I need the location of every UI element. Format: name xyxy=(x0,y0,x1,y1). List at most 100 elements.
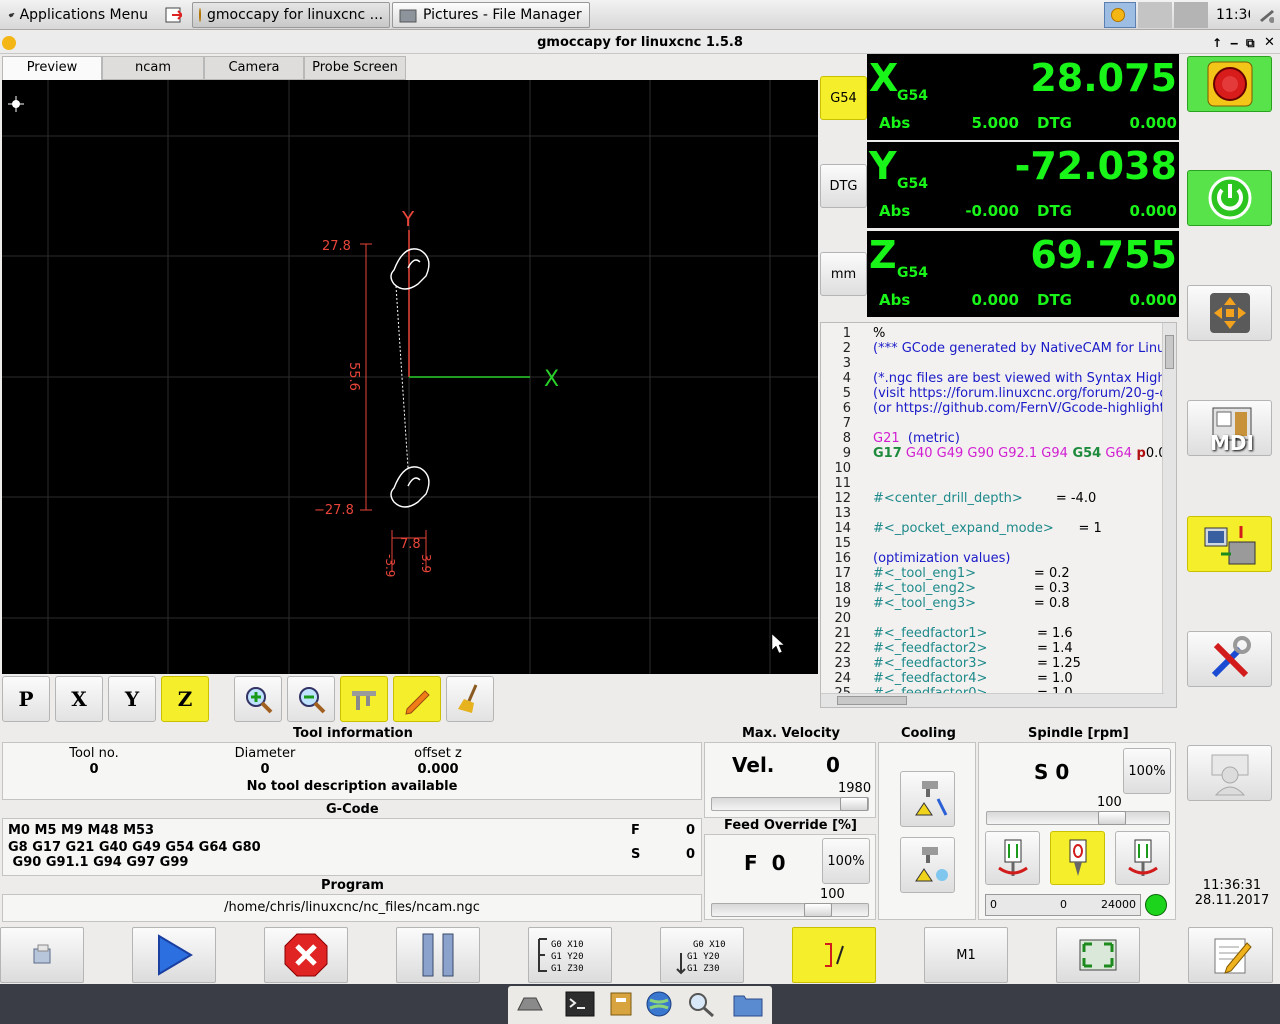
stop-program-button[interactable] xyxy=(264,927,348,983)
dock-folder-icon[interactable] xyxy=(732,990,764,1018)
gcode-hscroll-thumb[interactable] xyxy=(837,696,907,705)
dro-x-dtg-label: DTG xyxy=(1037,114,1072,132)
dro-y[interactable]: Y G54 -72.038 Abs -0.000 DTG 0.000 xyxy=(867,142,1179,228)
dock-search-icon[interactable] xyxy=(686,990,716,1018)
tab-ncam[interactable]: ncam xyxy=(102,56,204,80)
gcode-line[interactable]: 16 (optimization values) xyxy=(821,551,1010,566)
show-toolpath-button[interactable] xyxy=(393,676,441,722)
taskbar-window-gmoccapy[interactable]: gmoccapy for linuxcnc ... xyxy=(192,2,390,28)
gcode-vscrollbar[interactable] xyxy=(1162,323,1176,707)
max-velocity-slider[interactable] xyxy=(711,797,869,811)
applications-menu[interactable]: Applications Menu xyxy=(2,2,154,28)
run-program-button[interactable] xyxy=(132,927,216,983)
show-desktop-button[interactable] xyxy=(158,2,188,28)
view-perspective-button[interactable]: P xyxy=(2,676,50,722)
show-dimensions-button[interactable] xyxy=(340,676,388,722)
gcode-line[interactable]: 9 G17 G40 G49 G90 G92.1 G94 G54 G64 p0.00 xyxy=(821,446,1175,461)
units-toggle-button[interactable]: mm xyxy=(820,252,867,296)
mist-coolant-button[interactable] xyxy=(900,837,955,893)
gcode-line[interactable]: 24 #<_feedfactor4> = 1.0 xyxy=(821,671,1072,686)
gcode-line[interactable]: 19 #<_tool_eng3> = 0.8 xyxy=(821,596,1069,611)
spindle-override-slider[interactable] xyxy=(986,811,1170,825)
dock-show-desktop-icon[interactable] xyxy=(514,992,546,1018)
gcode-line[interactable]: 5 (visit https://forum.linuxcnc.org/forum… xyxy=(821,386,1167,401)
gcode-line[interactable]: 4 (*.ngc files are best viewed with Synta… xyxy=(821,371,1166,386)
optional-stop-button[interactable]: M1 xyxy=(924,927,1008,983)
gcode-line[interactable]: 12 #<center_drill_depth> = -4.0 xyxy=(821,491,1096,506)
tab-camera[interactable]: Camera xyxy=(204,56,304,80)
gcode-line[interactable]: 17 #<_tool_eng1> = 0.2 xyxy=(821,566,1069,581)
fullscreen-button[interactable] xyxy=(1056,927,1140,983)
gcode-line[interactable]: 14 #<_pocket_expand_mode> = 1 xyxy=(821,521,1101,536)
feed-override-slider[interactable] xyxy=(711,903,869,917)
flood-coolant-button[interactable] xyxy=(900,771,955,827)
close-icon[interactable]: ✕ xyxy=(1264,32,1275,54)
gcode-line[interactable]: 23 #<_feedfactor3> = 1.25 xyxy=(821,656,1080,671)
gcode-preview-canvas[interactable]: Y X 27.8 −27.8 55.6 7.8 -3.9 3.9 xyxy=(2,80,818,674)
optional-skip-button[interactable] xyxy=(792,927,876,983)
gcode-vscroll-thumb[interactable] xyxy=(1165,335,1174,369)
tab-probe-screen[interactable]: Probe Screen xyxy=(304,56,406,80)
gcode-hscrollbar[interactable] xyxy=(821,693,1164,707)
view-z-button[interactable]: Z xyxy=(161,676,209,722)
gcode-line[interactable]: 20 xyxy=(821,611,873,626)
settings-button[interactable] xyxy=(1187,631,1272,687)
gcode-line[interactable]: 18 #<_tool_eng2> = 0.3 xyxy=(821,581,1069,596)
zoom-in-button[interactable] xyxy=(234,676,282,722)
spindle-stop-button[interactable] xyxy=(1050,831,1105,885)
manual-mode-button[interactable] xyxy=(1187,285,1272,341)
dro-z[interactable]: Z G54 69.755 Abs 0.000 DTG 0.000 xyxy=(867,231,1179,317)
gcode-line[interactable]: 6 (or https://github.com/FernV/Gcode-high… xyxy=(821,401,1170,416)
minimize-icon[interactable]: ‒ xyxy=(1230,32,1238,54)
auto-mode-button[interactable] xyxy=(1187,516,1272,572)
user-tabs-button[interactable] xyxy=(1187,745,1272,801)
dock-file-manager-icon[interactable] xyxy=(608,990,634,1018)
spindle-override-reset-button[interactable]: 100% xyxy=(1123,748,1171,794)
dro-x[interactable]: X G54 28.075 Abs 5.000 DTG 0.000 xyxy=(867,54,1179,140)
zoom-out-button[interactable] xyxy=(287,676,335,722)
gcode-line[interactable]: 3 xyxy=(821,356,873,371)
mdi-mode-button[interactable]: MDI xyxy=(1187,400,1272,456)
gcode-line[interactable]: 1% xyxy=(821,326,886,341)
coordinate-system-button[interactable]: G54 xyxy=(820,76,867,120)
view-y-button[interactable]: Y xyxy=(108,676,156,722)
gcode-line[interactable]: 10 xyxy=(821,461,873,476)
edit-program-button[interactable] xyxy=(1188,927,1273,983)
spindle-ccw-button[interactable] xyxy=(985,831,1040,885)
feed-override-reset-button[interactable]: 100% xyxy=(822,838,870,884)
gcode-line[interactable]: 21 #<_feedfactor1> = 1.6 xyxy=(821,626,1072,641)
dock-browser-icon[interactable] xyxy=(644,990,674,1018)
maximize-icon[interactable]: ⧉ xyxy=(1246,32,1255,54)
workspace-2[interactable] xyxy=(1174,2,1208,28)
workspace-1[interactable] xyxy=(1138,2,1172,28)
taskbar-clock[interactable]: 11:36 xyxy=(1210,2,1250,28)
gcode-line[interactable]: 8 G21 (metric) xyxy=(821,431,960,446)
tab-preview[interactable]: Preview xyxy=(2,56,102,81)
view-x-button[interactable]: X xyxy=(55,676,103,722)
spindle-cw-button[interactable] xyxy=(1115,831,1170,885)
tray-gmoccapy-icon[interactable] xyxy=(1104,2,1136,28)
power-button[interactable] xyxy=(1187,170,1272,226)
power-icon xyxy=(1208,176,1251,220)
gcode-line[interactable]: 11 xyxy=(821,476,873,491)
max-velocity-knob[interactable] xyxy=(840,797,868,811)
gcode-line[interactable]: 13 xyxy=(821,506,873,521)
step-button[interactable]: G0 X10 G1 Y20 G1 Z30 xyxy=(528,927,612,983)
keep-above-icon[interactable]: ↑ xyxy=(1212,32,1222,54)
open-file-button[interactable] xyxy=(0,927,84,983)
taskbar-window-file-manager[interactable]: Pictures - File Manager xyxy=(392,2,590,28)
gcode-line[interactable]: 2 (*** GCode generated by NativeCAM for L… xyxy=(821,341,1166,356)
clear-preview-button[interactable] xyxy=(446,676,494,722)
gcode-editor[interactable]: 1% 2 (*** GCode generated by NativeCAM for… xyxy=(820,322,1177,708)
network-icon[interactable] xyxy=(1252,2,1280,28)
emergency-stop-button[interactable] xyxy=(1187,56,1272,112)
gcode-line[interactable]: 7 xyxy=(821,416,873,431)
run-from-line-button[interactable]: G0 X10 G1 Y20 G1 Z30 xyxy=(660,927,744,983)
gcode-line[interactable]: 15 xyxy=(821,536,873,551)
feed-override-knob[interactable] xyxy=(804,903,832,917)
dock-terminal-icon[interactable] xyxy=(564,990,596,1018)
pause-program-button[interactable] xyxy=(396,927,480,983)
spindle-override-knob[interactable] xyxy=(1098,811,1126,825)
dtg-toggle-button[interactable]: DTG xyxy=(820,164,867,208)
gcode-line[interactable]: 22 #<_feedfactor2> = 1.4 xyxy=(821,641,1072,656)
